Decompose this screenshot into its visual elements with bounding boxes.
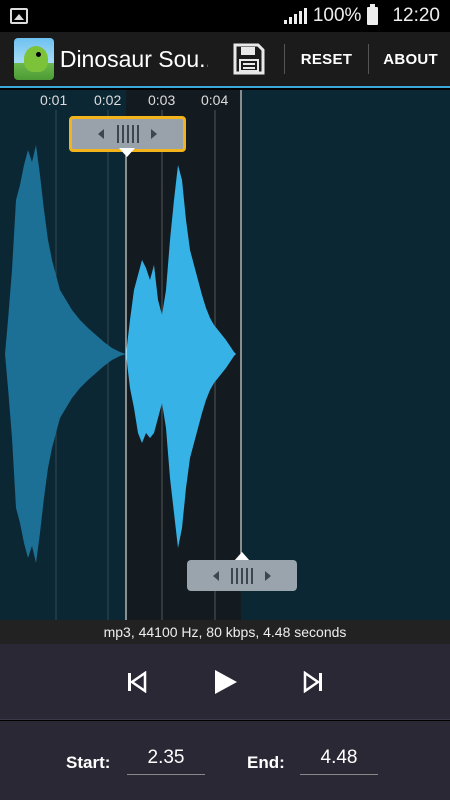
gallery-notification-icon [10,8,28,24]
time-marker: 0:01 [40,92,68,108]
battery-percent: 100% [312,5,362,26]
waveform-view[interactable]: 0:01 0:02 0:03 0:04 [0,90,450,620]
start-marker-pointer [119,148,135,157]
play-icon [215,669,237,694]
start-time-field[interactable]: 2.35 [127,741,205,775]
skip-previous-icon [128,670,147,693]
reset-button[interactable]: RESET [289,51,365,68]
playback-controls [0,644,450,720]
play-button[interactable] [209,666,241,698]
time-marker: 0:02 [94,92,122,108]
toolbar-divider [368,44,370,74]
end-label: End: [247,753,285,772]
action-bar: Dinosaur Sou... RESET ABOUT [0,32,450,88]
about-button[interactable]: ABOUT [371,51,450,68]
right-arrow-icon [151,129,157,139]
start-label: Start: [66,753,111,772]
app-title: Dinosaur Sou... [59,45,208,72]
app-logo[interactable] [14,38,54,80]
right-arrow-icon [265,570,271,581]
clock: 12:20 [392,5,440,26]
start-marker-handle[interactable] [69,116,186,152]
save-button[interactable] [232,42,266,76]
skip-next-icon [303,670,322,693]
left-arrow-icon [213,570,219,581]
waveform-canvas[interactable] [0,90,450,620]
time-marker: 0:03 [148,92,176,108]
left-arrow-icon [98,129,104,139]
previous-button[interactable] [121,666,153,698]
grip-icon [116,125,139,143]
end-time-field[interactable]: 4.48 [300,741,378,775]
time-marker: 0:04 [201,92,229,108]
toolbar-divider [283,44,285,74]
grip-icon [231,567,253,584]
selection-range-panel: Start: 2.35 End: 4.48 [0,721,450,800]
end-marker-handle[interactable] [187,560,297,591]
next-button[interactable] [297,666,329,698]
battery-icon [367,4,379,25]
file-info: mp3, 44100 Hz, 80 kbps, 4.48 seconds [0,620,450,644]
status-bar: 100% 12:20 [0,0,450,32]
save-icon [233,43,265,75]
signal-icon [283,8,307,24]
